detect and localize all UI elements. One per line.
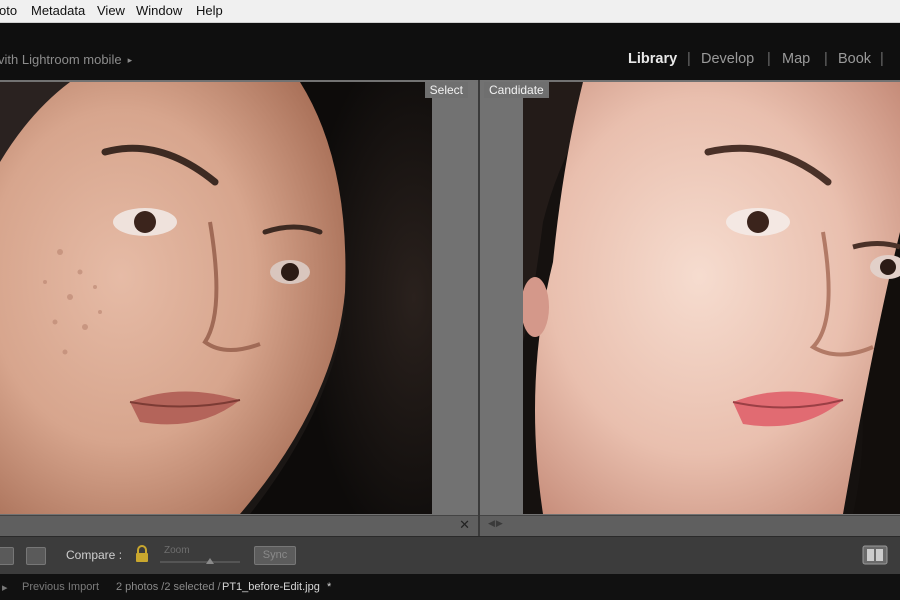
candidate-photo-image [523, 82, 900, 514]
lock-icon[interactable] [135, 545, 149, 563]
identity-plate-label: vith Lightroom mobile [0, 52, 122, 67]
compare-view: Select ✕ Candidate ◀▶ [0, 80, 900, 536]
select-photo[interactable] [0, 82, 432, 514]
menu-metadata[interactable]: Metadata [31, 3, 85, 18]
module-separator: | [880, 51, 884, 67]
zoom-slider-thumb[interactable] [206, 558, 214, 564]
select-photo-image [0, 82, 432, 514]
menu-photo[interactable]: oto [0, 3, 17, 18]
module-library[interactable]: Library [628, 51, 677, 67]
identity-plate[interactable]: vith Lightroom mobile ▸ [0, 52, 132, 67]
menu-help[interactable]: Help [196, 3, 223, 18]
zoom-slider[interactable] [160, 561, 240, 563]
swap-arrows-icon[interactable]: ◀▶ [488, 519, 504, 529]
candidate-pane-footer: ◀▶ [480, 515, 900, 536]
menu-view[interactable]: View [97, 3, 125, 18]
module-book[interactable]: Book [838, 51, 871, 67]
module-separator: | [824, 51, 828, 67]
compare-label: Compare : [66, 548, 123, 562]
grid-view-button[interactable] [0, 547, 14, 565]
sync-button[interactable]: Sync [254, 546, 296, 565]
triangle-right-icon: ▸ [127, 55, 133, 65]
module-separator: | [687, 51, 691, 67]
source-label[interactable]: Previous Import [22, 581, 99, 593]
filename-label: PT1_before-Edit.jpg [222, 581, 320, 593]
compare-toolbar: Compare : Zoom Sync [0, 536, 900, 575]
candidate-pane: Candidate ◀▶ [480, 80, 900, 536]
zoom-label: Zoom [164, 545, 190, 556]
module-header: vith Lightroom mobile ▸ Library | Develop… [0, 23, 900, 80]
filmstrip-status-bar: ▸ Previous Import 2 photos /2 selected /… [0, 574, 900, 600]
nav-triangle-icon[interactable]: ▸ [2, 581, 8, 594]
select-label: Select [424, 82, 468, 98]
module-separator: | [767, 51, 771, 67]
close-icon[interactable]: ✕ [459, 518, 470, 533]
menu-window[interactable]: Window [136, 3, 182, 18]
module-develop[interactable]: Develop [701, 51, 754, 67]
select-pane-footer: ✕ [0, 515, 478, 536]
menu-bar: oto Metadata View Window Help [0, 0, 900, 23]
module-map[interactable]: Map [782, 51, 810, 67]
view-mode-icon[interactable] [862, 545, 888, 565]
selection-count: 2 photos /2 selected / [116, 581, 221, 593]
candidate-photo[interactable] [523, 82, 900, 514]
loupe-view-button[interactable] [26, 547, 46, 565]
select-pane: Select ✕ [0, 80, 480, 536]
filename-suffix: * [327, 581, 332, 593]
candidate-label: Candidate [484, 82, 549, 98]
